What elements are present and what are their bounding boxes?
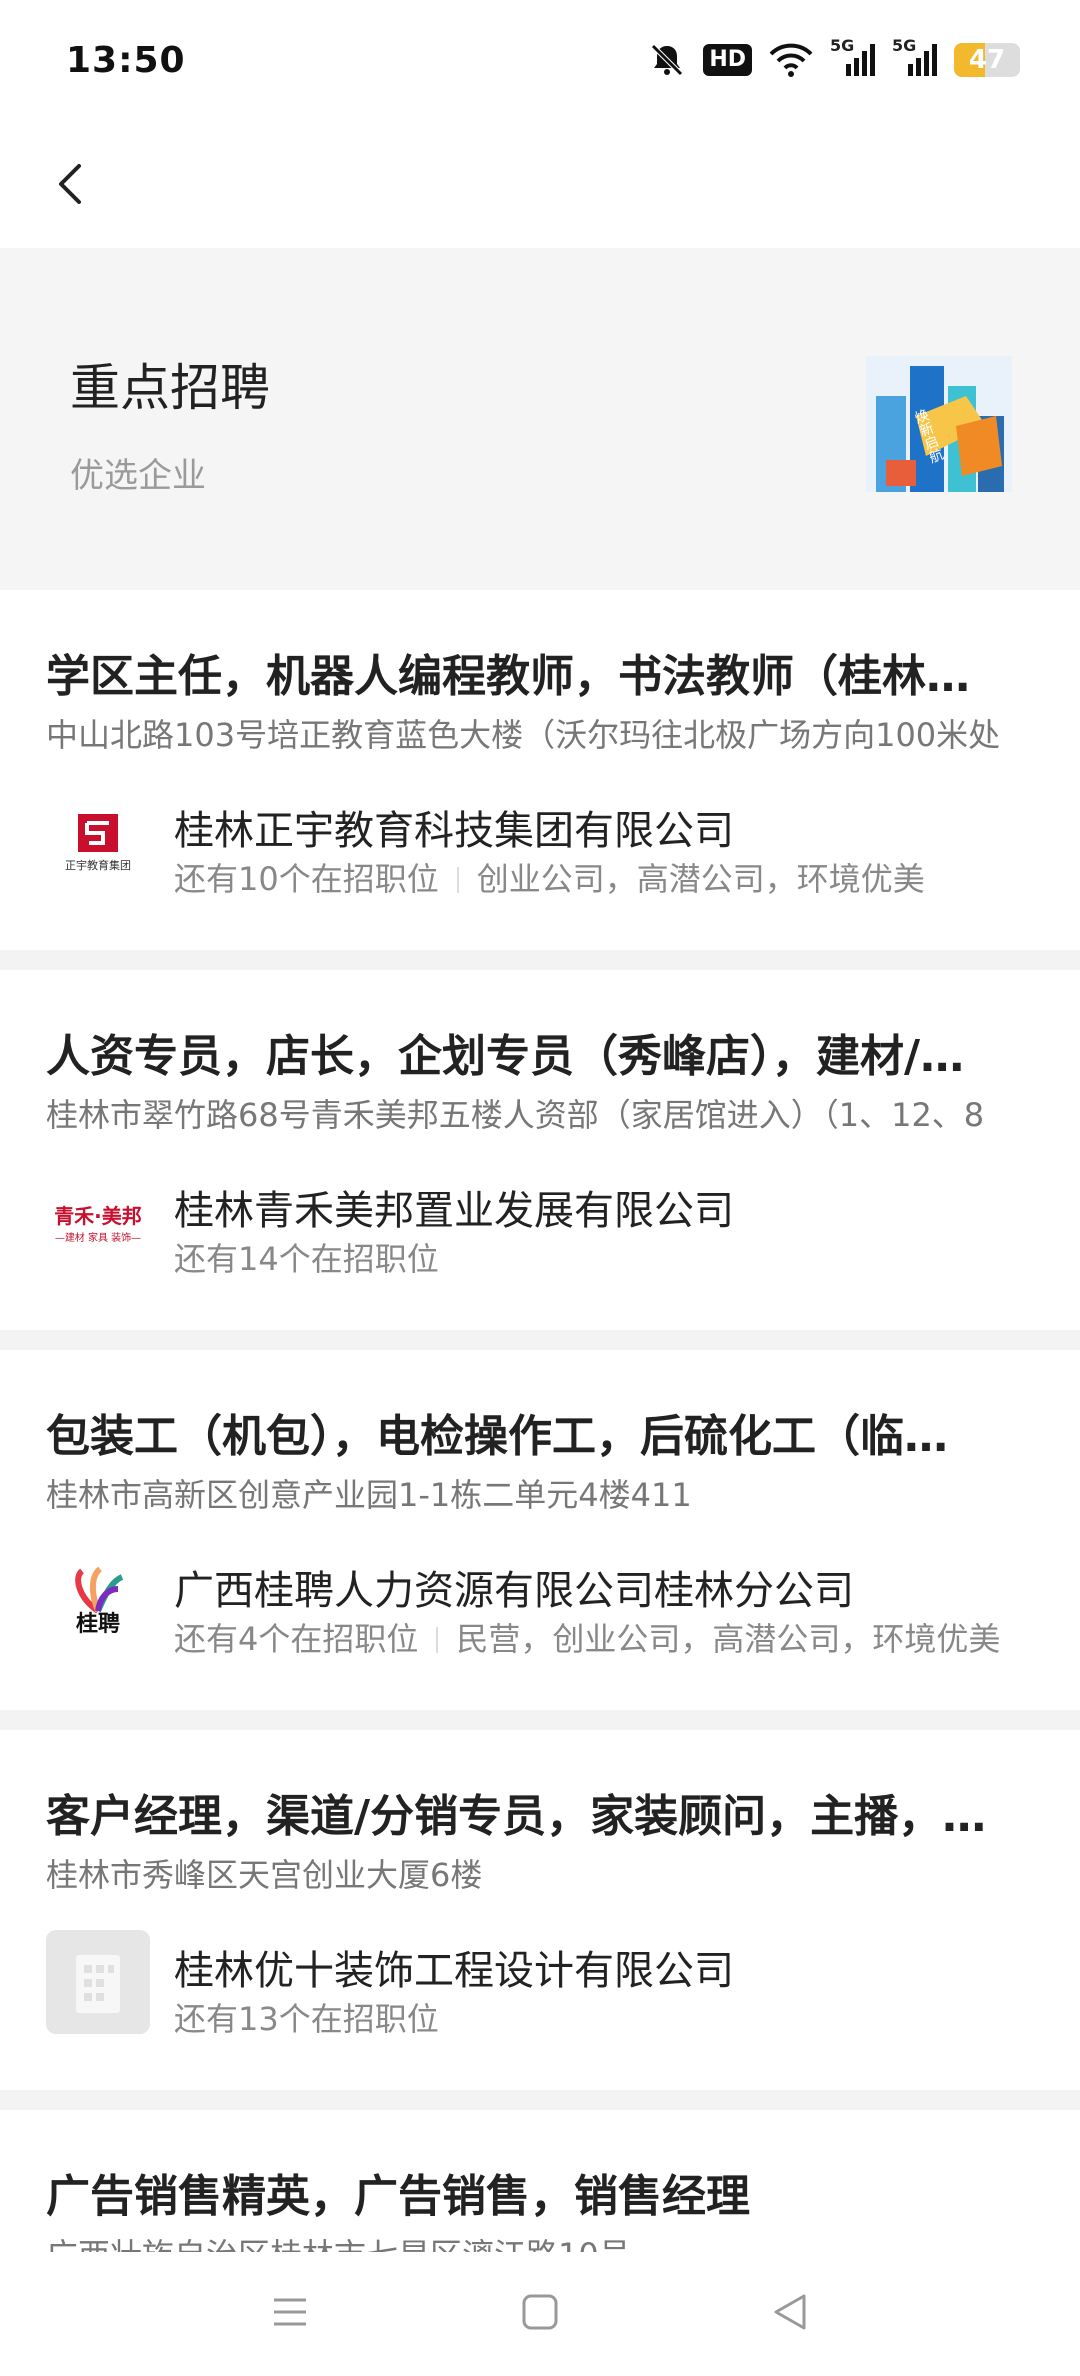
job-address: 桂林市高新区创意产业园1-1栋二单元4楼411	[46, 1476, 692, 1514]
company-name: 广西桂聘人力资源有限公司桂林分公司	[174, 1568, 854, 1614]
open-positions: 还有10个在招职位	[174, 860, 439, 898]
job-list: 学区主任，机器人编程教师，书法教师（桂林… 中山北路103号培正教育蓝色大楼（沃…	[0, 590, 1080, 2330]
company-meta: 还有14个在招职位	[174, 1234, 1034, 1280]
job-address: 中山北路103号培正教育蓝色大楼（沃尔玛往北极广场方向100米处	[46, 716, 1001, 754]
job-address: 桂林市翠竹路68号青禾美邦五楼人资部（家居馆进入）（1、12、8	[46, 1096, 985, 1134]
sim1-label: 5G	[830, 36, 855, 55]
job-title: 人资专员，店长，企划专员（秀峰店），建材/…	[46, 1031, 965, 1082]
city-buildings-illustration: 焕新启航	[866, 356, 1012, 492]
job-card[interactable]: 客户经理，渠道/分销专员，家装顾问，主播，… 桂林市秀峰区天宫创业大厦6楼 桂林…	[0, 1730, 1080, 2090]
company-meta: 还有13个在招职位	[174, 1994, 1034, 2040]
building-icon	[76, 1955, 120, 2013]
job-title: 学区主任，机器人编程教师，书法教师（桂林…	[46, 651, 970, 702]
battery-icon: 47	[954, 43, 1020, 77]
company-logo: 正宇教育集团	[46, 790, 150, 894]
status-bar: 13:50 HD 5G 5G 47	[0, 0, 1080, 120]
company-logo-placeholder	[46, 1930, 150, 2034]
status-time: 13:50	[66, 39, 186, 81]
job-address: 桂林市秀峰区天宫创业大厦6楼	[46, 1856, 483, 1894]
company-logo-text: 青禾·美邦	[54, 1204, 142, 1228]
mute-bell-icon	[647, 40, 687, 80]
open-positions: 还有4个在招职位	[174, 1620, 419, 1658]
company-name: 桂林青禾美邦置业发展有限公司	[174, 1188, 734, 1234]
back-arrow-icon	[59, 164, 81, 204]
job-title: 包装工（机包），电检操作工，后硫化工（临…	[46, 1411, 948, 1462]
company-logo-text: 正宇教育集团	[65, 859, 131, 872]
back-triangle-icon[interactable]	[770, 2292, 810, 2336]
company-logo: 青禾·美邦 —建材 家具 装饰—	[46, 1170, 150, 1274]
top-nav	[0, 120, 1080, 248]
signal-sim2-icon: 5G	[892, 36, 938, 78]
company-name: 桂林优十装饰工程设计有限公司	[174, 1948, 734, 1994]
company-name: 桂林正宇教育科技集团有限公司	[174, 808, 734, 854]
sim2-label: 5G	[892, 36, 917, 55]
hd-icon: HD	[703, 44, 752, 76]
company-logo: 桂聘	[46, 1550, 150, 1654]
job-card[interactable]: 包装工（机包），电检操作工，后硫化工（临… 桂林市高新区创意产业园1-1栋二单元…	[0, 1350, 1080, 1710]
menu-icon[interactable]	[270, 2294, 310, 2334]
signal-sim1-icon: 5G	[830, 36, 876, 78]
company-meta: 还有4个在招职位 民营，创业公司，高潜公司，环境优美	[174, 1614, 1034, 1660]
wifi-icon	[768, 42, 814, 78]
system-navigation-bar	[0, 2252, 1080, 2376]
page-title: 重点招聘	[70, 359, 270, 417]
company-tags: 创业公司，高潜公司，环境优美	[476, 860, 925, 898]
back-button[interactable]	[40, 154, 100, 214]
company-logo-subtext: —建材 家具 装饰—	[54, 1233, 142, 1244]
job-card[interactable]: 人资专员，店长，企划专员（秀峰店），建材/… 桂林市翠竹路68号青禾美邦五楼人资…	[0, 970, 1080, 1330]
battery-level: 47	[968, 45, 1006, 75]
status-icons: HD 5G 5G 47	[647, 36, 1020, 80]
open-positions: 还有14个在招职位	[174, 1240, 439, 1278]
open-positions: 还有13个在招职位	[174, 2000, 439, 2038]
header-banner: 重点招聘 优选企业 焕新启航	[0, 248, 1080, 590]
company-logo-text: 桂聘	[75, 1612, 120, 1637]
job-title: 客户经理，渠道/分销专员，家装顾问，主播，…	[46, 1791, 987, 1842]
company-meta: 还有10个在招职位 创业公司，高潜公司，环境优美	[174, 854, 1034, 900]
home-icon[interactable]	[520, 2292, 560, 2336]
company-tags: 民营，创业公司，高潜公司，环境优美	[456, 1620, 1001, 1658]
job-title: 广告销售精英，广告销售，销售经理	[46, 2171, 750, 2222]
job-card[interactable]: 学区主任，机器人编程教师，书法教师（桂林… 中山北路103号培正教育蓝色大楼（沃…	[0, 590, 1080, 950]
page-subtitle: 优选企业	[70, 456, 206, 496]
